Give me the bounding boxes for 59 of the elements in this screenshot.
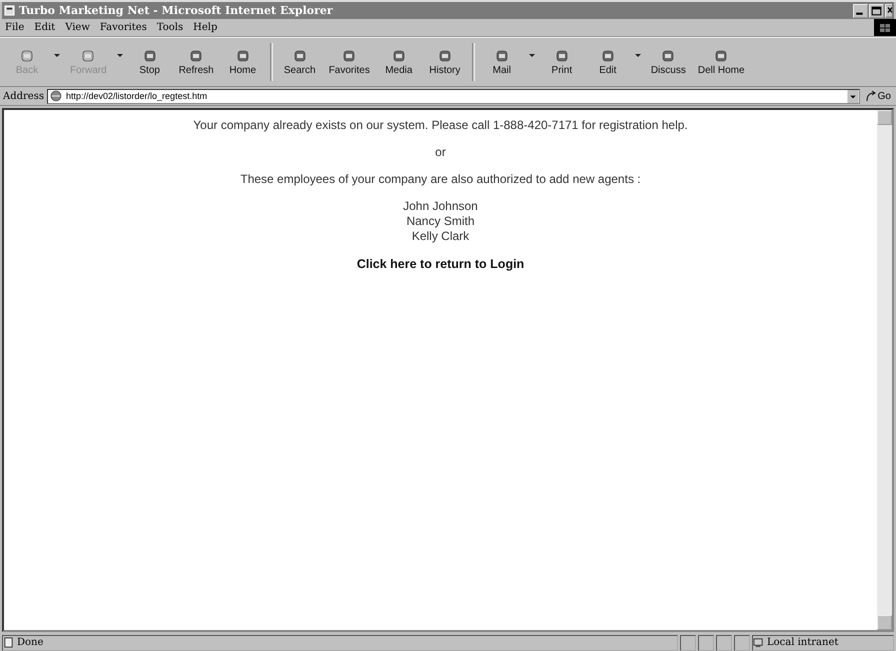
- zone-text: Local intranet: [767, 637, 838, 648]
- close-button[interactable]: [885, 4, 892, 18]
- status-panel: [680, 634, 696, 650]
- toolbar-button[interactable]: Stop: [126, 48, 173, 76]
- status-panel: [698, 634, 714, 650]
- toolbar-icon: [188, 48, 204, 64]
- employees-intro-text: These employees of your company are also authorized to add new agents :: [240, 172, 641, 186]
- address-field[interactable]: http://dev02/listorder/lo_regtest.htm: [47, 88, 860, 104]
- menu-item[interactable]: File: [5, 22, 24, 33]
- toolbar-icon: [292, 48, 308, 64]
- minimize-button[interactable]: [853, 4, 868, 18]
- status-panel: [734, 634, 750, 650]
- dropdown-arrow-icon[interactable]: [634, 54, 641, 56]
- employee-name: John Johnson: [403, 199, 478, 214]
- menu-item[interactable]: View: [65, 22, 90, 33]
- toolbar-button[interactable]: Mail: [478, 48, 525, 76]
- employee-name: Kelly Clark: [412, 229, 470, 244]
- arrow-icon: [864, 90, 877, 102]
- toolbar-button[interactable]: Home: [220, 48, 266, 76]
- toolbar-icon: [390, 48, 407, 64]
- toolbar-button[interactable]: Refresh: [172, 48, 220, 76]
- intranet-icon: [753, 637, 764, 648]
- go-button[interactable]: Go: [862, 90, 893, 102]
- toolbar-icon: [660, 48, 676, 64]
- toolbar-icon: [600, 48, 616, 64]
- toolbar-button[interactable]: Search: [276, 48, 323, 76]
- menu-item[interactable]: Favorites: [100, 22, 147, 33]
- maximize-button[interactable]: [869, 4, 884, 18]
- page-icon: [4, 5, 15, 16]
- toolbar-icon: [234, 48, 251, 64]
- page-icon: [3, 637, 14, 648]
- toolbar-button[interactable]: Print: [538, 48, 585, 76]
- or-text: or: [435, 145, 446, 159]
- toolbar-button[interactable]: Edit: [584, 48, 631, 76]
- toolbar-button[interactable]: Discuss: [644, 48, 692, 76]
- toolbar-icon: [436, 48, 453, 64]
- menu-item[interactable]: Tools: [156, 22, 184, 33]
- toolbar-button[interactable]: History: [422, 48, 468, 76]
- menu-item[interactable]: Help: [193, 22, 218, 33]
- scrollbar[interactable]: [877, 110, 892, 630]
- toolbar-icon: [80, 48, 96, 64]
- toolbar-icon: [713, 48, 730, 64]
- window-title: Turbo Marketing Net - Microsoft Internet Explorer: [19, 4, 333, 17]
- address-label: Address: [3, 90, 44, 102]
- login-link[interactable]: Click here to return to Login: [356, 257, 524, 271]
- dropdown-arrow-icon[interactable]: [528, 54, 535, 56]
- toolbar-button[interactable]: Dell Home: [692, 48, 751, 76]
- toolbar-icon: [494, 48, 510, 64]
- menu-item[interactable]: Edit: [34, 22, 56, 33]
- message-text: Your company already exists on our system. Please call 1-888-420-7171 for registration help.: [193, 118, 688, 132]
- status-text: Done: [17, 637, 44, 648]
- toolbar-icon: [19, 48, 35, 64]
- status-panel: [716, 634, 732, 650]
- toolbar-button[interactable]: Favorites: [322, 48, 376, 76]
- toolbar-button[interactable]: Media: [376, 48, 422, 76]
- page-icon: [50, 90, 62, 102]
- toolbar-icon: [142, 48, 158, 64]
- employee-name: Nancy Smith: [406, 214, 474, 229]
- toolbar-icon: [554, 48, 570, 64]
